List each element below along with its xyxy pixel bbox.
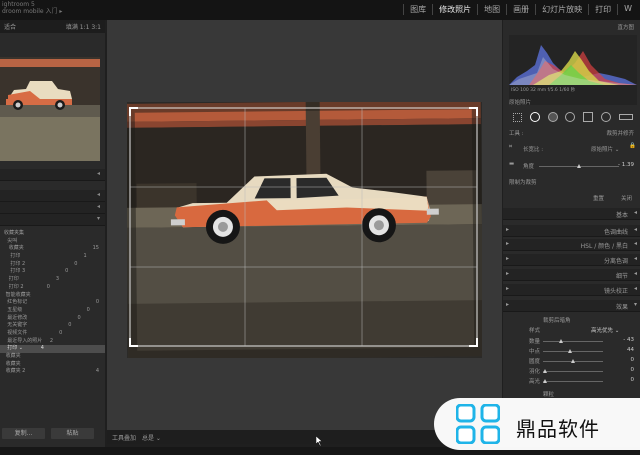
right-panel: 直方图 ISO 100 32 mm f/5.6 1/60 秒 原始照片 工具 :…	[503, 20, 640, 447]
navigator-preview[interactable]	[0, 57, 100, 161]
roundness-value[interactable]: 0	[631, 357, 635, 363]
feather-slider[interactable]	[543, 369, 603, 373]
module-web[interactable]: W	[617, 4, 638, 15]
module-book[interactable]: 画册	[506, 4, 535, 15]
main-canvas	[107, 20, 502, 430]
feather-label: 羽化	[529, 369, 541, 375]
copy-paste-bar: 复制... 粘贴	[0, 428, 107, 440]
list-item[interactable]: 收藏夹 24	[0, 368, 105, 376]
graduated-filter-icon[interactable]	[583, 112, 594, 122]
histogram-readout: ISO 100 32 mm f/5.6 1/60 秒	[511, 88, 576, 93]
watermark-text: 鼎品软件	[516, 417, 600, 441]
highlights-label: 高光	[529, 379, 541, 385]
midpoint-value[interactable]: 44	[627, 347, 634, 353]
feather-value[interactable]: 0	[631, 367, 635, 373]
section-hsl[interactable]: ▸ HSL / 颜色 / 黑白 ◂	[503, 239, 640, 251]
list-item[interactable]: 收藏夹	[0, 353, 105, 361]
spot-removal-icon[interactable]	[547, 112, 558, 122]
highlights-slider[interactable]	[543, 379, 603, 383]
style-select[interactable]: 高光优先 ⌄	[591, 326, 619, 334]
roundness-slider[interactable]	[543, 359, 603, 363]
snapshots-header[interactable]: ◂	[0, 190, 105, 202]
angle-value[interactable]: - 1.39	[618, 162, 634, 168]
app-title-line2: droom mobile 入门 ▸	[2, 8, 63, 15]
history-header[interactable]: ◂	[0, 202, 105, 214]
copy-button[interactable]: 复制...	[2, 428, 45, 439]
grid-icon[interactable]	[512, 112, 522, 122]
crop-tool-icon[interactable]	[529, 112, 540, 122]
list-item[interactable]: 视频文件 0	[0, 330, 105, 338]
module-print[interactable]: 打印	[588, 4, 617, 15]
list-item[interactable]: 打印 ⌄ 4	[0, 345, 105, 353]
midpoint-label: 中点	[529, 349, 541, 355]
list-item[interactable]: 五星级 0	[0, 307, 105, 315]
amount-value[interactable]: - 43	[623, 337, 634, 343]
section-basic[interactable]: 基本 ◂	[503, 208, 640, 220]
list-item[interactable]: 打印 20	[0, 284, 105, 292]
midpoint-slider[interactable]	[543, 349, 603, 353]
red-eye-icon[interactable]	[565, 112, 576, 122]
list-item[interactable]: 打印 3	[0, 276, 105, 284]
close-button[interactable]: 关闭	[621, 194, 632, 202]
section-detail[interactable]: ▸ 细节 ◂	[503, 269, 640, 281]
histogram-label: 直方图	[617, 25, 634, 31]
module-map[interactable]: 地图	[477, 4, 506, 15]
tool-label: 工具 :	[509, 131, 524, 137]
module-develop[interactable]: 修改照片	[432, 4, 477, 15]
top-bar: ightroom 5 droom mobile 入门 ▸ 图库 修改照片 地图 …	[0, 0, 640, 20]
app-identity: ightroom 5 droom mobile 入门 ▸	[2, 1, 62, 15]
list-item[interactable]: 无关键字 0	[0, 322, 105, 330]
adjustment-brush-icon[interactable]	[618, 114, 633, 120]
reset-button[interactable]: 重置	[593, 194, 604, 202]
list-item[interactable]: 打印 30	[0, 268, 105, 276]
amount-label: 数量	[529, 339, 541, 345]
crop-icon[interactable]: ⌗	[509, 144, 512, 151]
straighten-icon[interactable]: ▬	[509, 161, 514, 167]
paste-button[interactable]: 粘贴	[51, 428, 94, 439]
list-item[interactable]: 收藏夹集	[0, 230, 105, 238]
highlights-value[interactable]: 0	[631, 377, 635, 383]
tool-strip	[509, 110, 637, 124]
histogram: ISO 100 32 mm f/5.6 1/60 秒	[509, 35, 637, 105]
module-slideshow[interactable]: 幻灯片放映	[535, 4, 588, 15]
module-picker: 图库 修改照片 地图 画册 幻灯片放映 打印 W	[403, 4, 638, 15]
left-panel: 适合 填满 1:1 3:1 ◂ ◂ ◂ ▾ 收藏夹集 尖叫 收藏夹 15 打印 1 …	[0, 20, 105, 447]
navigator-header: 适合 填满 1:1 3:1	[0, 20, 105, 33]
watermark-logo: 鼎品软件	[434, 398, 640, 450]
constrain-crop-checkbox[interactable]: 限制为裁剪	[509, 178, 537, 186]
mouse-cursor-icon	[316, 436, 323, 446]
tool-overlay-select[interactable]: 总是 ⌄	[142, 433, 161, 442]
angle-label: 角度	[523, 164, 535, 170]
style-label: 样式	[529, 328, 541, 334]
photo-preview[interactable]	[116, 91, 493, 369]
module-library[interactable]: 图库	[403, 4, 432, 15]
angle-slider[interactable]	[539, 164, 619, 168]
navigator-label[interactable]: 适合	[4, 22, 16, 31]
list-item[interactable]: 收藏夹 15	[0, 245, 105, 253]
lock-icon[interactable]: 🔒	[629, 143, 636, 149]
vignette-title: 裁剪后暗角	[543, 318, 571, 324]
app-title-line1: ightroom 5	[2, 1, 35, 8]
list-item[interactable]: 红色标记 0	[0, 299, 105, 307]
logo-icon	[456, 404, 500, 444]
roundness-label: 圆度	[529, 359, 541, 365]
section-effects[interactable]: ▸ 效果 ▾	[503, 300, 640, 312]
original-photo-checkbox[interactable]: 原始照片	[509, 98, 531, 106]
aspect-label: 长宽比 :	[523, 147, 544, 153]
collections-list: 收藏夹集 尖叫 收藏夹 15 打印 1 打印 20 打印 30 打印 3 打印 20 …	[0, 230, 105, 376]
tool-value: 裁剪并修齐	[606, 131, 634, 137]
amount-slider[interactable]	[543, 339, 603, 343]
navigator-zoom-options[interactable]: 填满 1:1 3:1	[66, 22, 101, 31]
section-lens-corrections[interactable]: ▸ 镜头校正 ◂	[503, 284, 640, 296]
section-split-toning[interactable]: ▸ 分离色调 ◂	[503, 254, 640, 266]
tool-overlay-label: 工具叠加	[112, 434, 137, 442]
collections-header[interactable]: ▾	[0, 214, 105, 226]
grain-label: 颗粒	[543, 392, 555, 398]
presets-header[interactable]: ◂	[0, 169, 105, 181]
radial-filter-icon[interactable]	[601, 112, 612, 122]
section-tone-curve[interactable]: ▸ 色调曲线 ◂	[503, 225, 640, 237]
aspect-select[interactable]: 原始照片 ⌄	[591, 145, 619, 153]
list-item[interactable]: 打印 1	[0, 253, 105, 261]
